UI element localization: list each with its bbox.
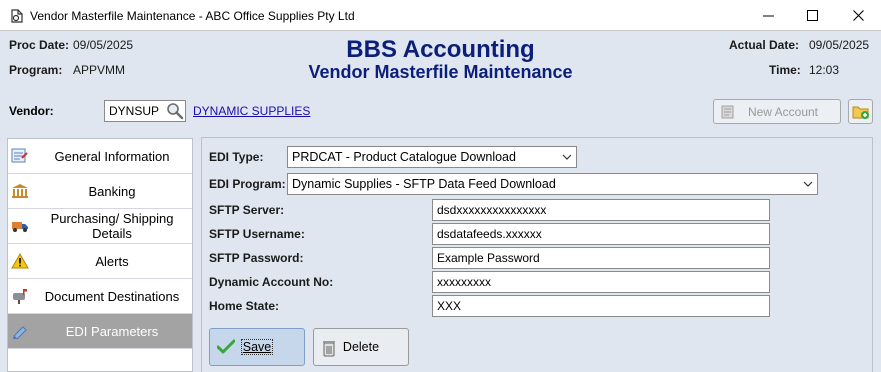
save-label: Save [240, 339, 274, 355]
sftp-username-input[interactable]: dsdatafeeds.xxxxxx [432, 223, 770, 245]
page-title: Vendor Masterfile Maintenance [308, 62, 573, 82]
sftp-server-input[interactable]: dsdxxxxxxxxxxxxxxx [432, 199, 770, 221]
sidebar-item-document-destinations[interactable]: Document Destinations [8, 279, 192, 314]
sftp-username-label: SFTP Username: [209, 227, 305, 241]
sidebar-item-banking[interactable]: Banking [8, 174, 192, 209]
sidebar-item-purchasing-shipping[interactable]: Purchasing/ Shipping Details [8, 209, 192, 244]
actual-date-value: 09/05/2025 [809, 38, 870, 52]
warning-icon [11, 253, 29, 269]
chevron-down-icon [562, 154, 572, 160]
new-document-icon [721, 105, 734, 118]
search-icon[interactable] [166, 102, 184, 120]
sidebar-item-general-information[interactable]: General Information [8, 139, 192, 174]
folder-add-icon [852, 106, 869, 119]
open-folder-button[interactable] [848, 99, 873, 124]
dynamic-account-value: xxxxxxxxx [437, 275, 491, 289]
time-value: 12:03 [809, 63, 840, 77]
sftp-username-value: dsdatafeeds.xxxxxx [437, 227, 542, 241]
edi-type-select[interactable]: PRDCAT - Product Catalogue Download [287, 146, 577, 168]
sidebar-item-label: General Information [54, 148, 170, 164]
time-label: Time: [769, 63, 801, 77]
form-icon [11, 148, 28, 163]
sftp-server-label: SFTP Server: [209, 203, 285, 217]
vendor-label: Vendor: [9, 104, 54, 118]
maximize-icon [806, 10, 818, 21]
save-button[interactable]: Save [209, 328, 305, 366]
minimize-icon [762, 15, 774, 16]
sidebar-item-edi-parameters[interactable]: EDI Parameters [8, 314, 192, 349]
edi-type-label: EDI Type: [209, 150, 264, 164]
delete-label: Delete [342, 340, 380, 354]
close-icon [852, 10, 864, 21]
window-title: Vendor Masterfile Maintenance - ABC Offi… [30, 9, 355, 23]
sidebar-item-label: Banking [88, 183, 136, 199]
bank-icon [12, 184, 28, 198]
title-bar: Vendor Masterfile Maintenance - ABC Offi… [0, 0, 881, 31]
edi-program-select[interactable]: Dynamic Supplies - SFTP Data Feed Downlo… [287, 173, 818, 195]
sidebar-item-label: Purchasing/ Shipping Details [50, 211, 174, 241]
maximize-button[interactable] [789, 0, 835, 31]
sidebar-item-alerts[interactable]: Alerts [8, 244, 192, 279]
chevron-down-icon [803, 181, 813, 187]
minimize-button[interactable] [745, 0, 791, 31]
sftp-password-label: SFTP Password: [209, 251, 304, 265]
pencil-icon [13, 326, 27, 339]
delete-button[interactable]: Delete [313, 328, 409, 366]
dynamic-account-input[interactable]: xxxxxxxxx [432, 271, 770, 293]
vendor-name-link[interactable]: DYNAMIC SUPPLIES [193, 104, 310, 118]
sftp-server-value: dsdxxxxxxxxxxxxxxx [437, 203, 547, 217]
new-account-button[interactable]: New Account [713, 99, 841, 124]
sftp-password-value: Example Password [437, 251, 540, 265]
actual-date-label: Actual Date: [729, 38, 800, 52]
dynamic-account-label: Dynamic Account No: [209, 275, 334, 289]
app-icon [11, 9, 23, 23]
sidebar-item-label: EDI Parameters [65, 323, 159, 339]
edi-type-value: PRDCAT - Product Catalogue Download [292, 150, 516, 164]
edi-program-label: EDI Program: [209, 177, 286, 191]
sidebar-nav: General Information Banking Purchasing/ … [7, 138, 193, 372]
home-state-input[interactable]: XXX [432, 295, 770, 317]
sftp-password-input[interactable]: Example Password [432, 247, 770, 269]
home-state-value: XXX [437, 299, 462, 313]
home-state-label: Home State: [209, 299, 280, 313]
new-account-label: New Account [747, 104, 819, 119]
close-button[interactable] [835, 0, 881, 31]
mailbox-icon [13, 289, 27, 304]
vendor-code-value: DYNSUP [109, 104, 160, 118]
truck-icon [12, 222, 28, 232]
sidebar-item-label: Document Destinations [44, 288, 180, 304]
edi-program-value: Dynamic Supplies - SFTP Data Feed Downlo… [292, 177, 556, 191]
sidebar-item-label: Alerts [95, 253, 129, 269]
